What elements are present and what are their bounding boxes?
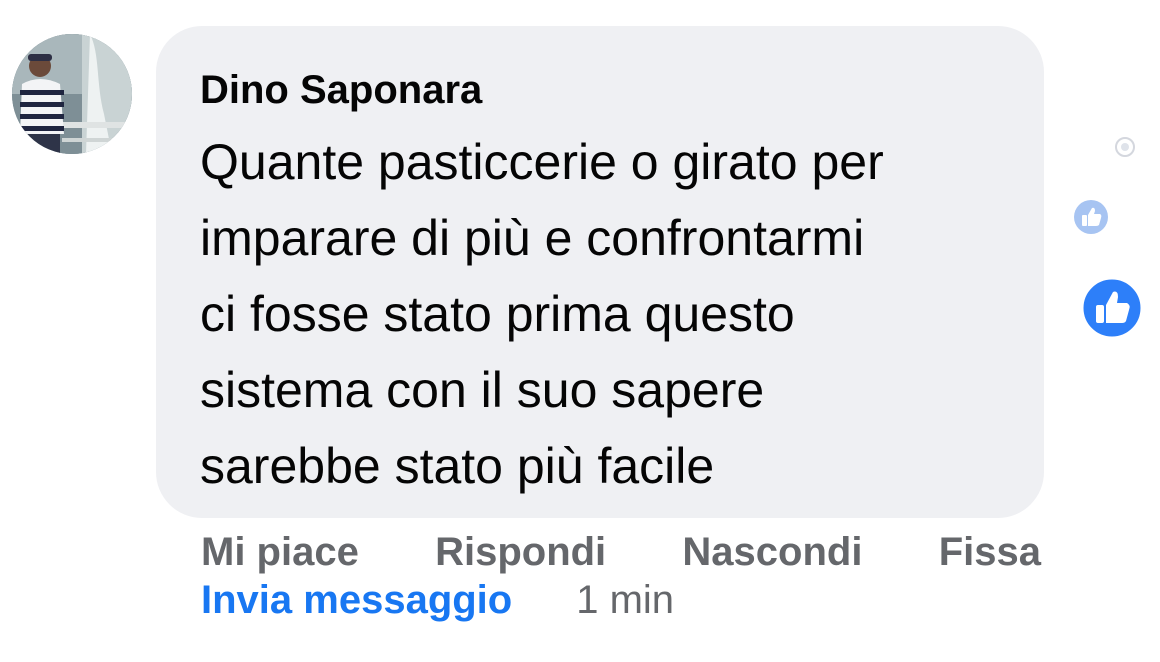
send-message-link[interactable]: Invia messaggio xyxy=(201,578,512,623)
comment-line: sarebbe stato più facile xyxy=(200,438,715,494)
thumbs-up-icon[interactable] xyxy=(1073,199,1109,240)
pin-button[interactable]: Fissa xyxy=(939,530,1041,575)
comment-text: Quante pasticcerie o girato per imparare… xyxy=(200,124,1020,504)
avatar[interactable] xyxy=(12,34,132,154)
comment-line: ci fosse stato prima questo xyxy=(200,286,795,342)
comment-meta: Invia messaggio 1 min xyxy=(201,578,674,623)
comment-actions: Mi piace Rispondi Nascondi Fissa xyxy=(201,530,1041,575)
author-name[interactable]: Dino Saponara xyxy=(200,68,482,113)
comment-line: sistema con il suo sapere xyxy=(200,362,765,418)
avatar-photo xyxy=(12,34,132,154)
reply-button[interactable]: Rispondi xyxy=(435,530,606,575)
comment-bubble: Dino Saponara Quante pasticcerie o girat… xyxy=(156,26,1044,518)
thumbs-up-icon[interactable] xyxy=(1082,278,1142,343)
comment-container: Dino Saponara Quante pasticcerie o girat… xyxy=(0,0,1160,662)
timestamp[interactable]: 1 min xyxy=(576,578,674,623)
hide-button[interactable]: Nascondi xyxy=(682,530,862,575)
comment-line: Quante pasticcerie o girato per xyxy=(200,134,884,190)
like-button[interactable]: Mi piace xyxy=(201,530,359,575)
dot-icon xyxy=(1114,136,1136,163)
comment-line: imparare di più e confrontarmi xyxy=(200,210,865,266)
